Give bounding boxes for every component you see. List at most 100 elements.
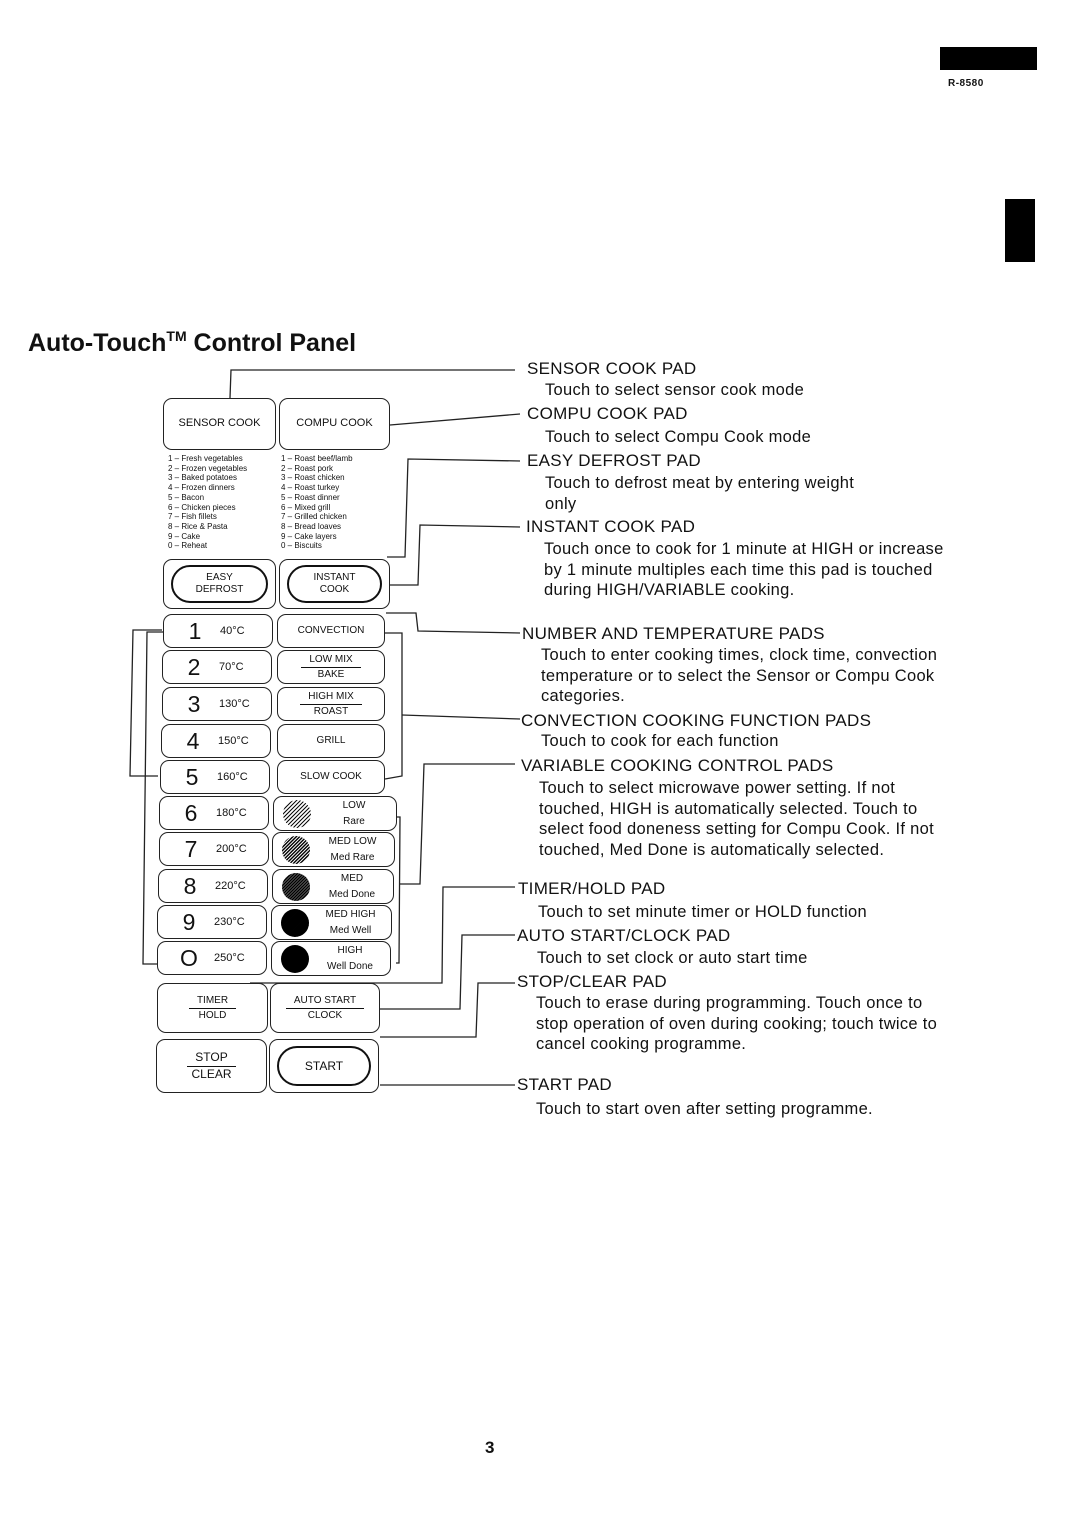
description-heading: AUTO START/CLOCK PAD	[517, 926, 731, 945]
sensor-category-item: 8 – Rice & Pasta	[168, 521, 228, 531]
line-easy-defrost	[387, 458, 521, 558]
number-digit: 8	[183, 872, 197, 899]
number-pad-4[interactable]: 4 150°C	[161, 724, 271, 758]
stop-clear-label: STOP CLEAR	[187, 1050, 236, 1082]
number-digit: 7	[184, 835, 198, 862]
convection-pad-1[interactable]: CONVECTION	[277, 614, 385, 648]
number-pad-9[interactable]: 9 230°C	[157, 905, 267, 939]
compu-category-item: 8 – Bread loaves	[281, 521, 342, 531]
compu-category-item: 6 – Mixed grill	[281, 502, 331, 512]
description-heading: TIMER/HOLD PAD	[518, 879, 666, 898]
description-text: Touch to enter cooking times, clock time…	[541, 646, 938, 705]
timer-hold-pad[interactable]: TIMER HOLD	[157, 983, 268, 1033]
number-digit: 6	[184, 799, 198, 826]
number-temperature: 160°C	[217, 771, 248, 783]
sensor-category-item: 9 – Cake	[168, 531, 201, 541]
auto-start-clock-pad[interactable]: AUTO START CLOCK	[270, 983, 380, 1033]
number-pad-3[interactable]: 3 130°C	[162, 687, 272, 721]
compu-category-item: 9 – Cake layers	[281, 531, 337, 541]
description-heading: START PAD	[517, 1075, 612, 1094]
number-pad-10[interactable]: O 250°C	[157, 941, 267, 975]
convection-pad-4[interactable]: GRILL	[277, 724, 385, 758]
description-text: Touch to set minute timer or HOLD functi…	[538, 903, 867, 921]
description-text: Touch to cook for each function	[541, 732, 779, 750]
description-heading: INSTANT COOK PAD	[526, 517, 696, 536]
sensor-category-item: 7 – Fish fillets	[168, 512, 217, 522]
convection-label: SLOW COOK	[300, 770, 362, 782]
number-digit: 5	[185, 763, 199, 790]
convection-pad-2[interactable]: LOW MIX BAKE	[277, 650, 385, 684]
number-pad-5[interactable]: 5 160°C	[160, 760, 270, 794]
number-pad-6[interactable]: 6 180°C	[159, 796, 269, 830]
line-auto-start	[380, 934, 515, 1010]
hatch-medium-light-icon	[282, 835, 310, 864]
convection-label: GRILL	[316, 734, 346, 746]
number-temperature: 200°C	[216, 843, 247, 855]
variable-pad-5[interactable]: HIGH Well Done	[271, 941, 391, 976]
line-convection	[384, 632, 403, 780]
variable-pad-3[interactable]: MED Med Done	[272, 869, 394, 904]
number-digit: 3	[187, 690, 201, 717]
description-text: Touch to defrost meat by entering weight…	[545, 474, 855, 513]
compu-cook-pad[interactable]: COMPU COOK	[279, 398, 390, 450]
number-temperature: 250°C	[214, 952, 245, 964]
page-number: 3	[485, 1438, 495, 1457]
hatch-dense-icon	[281, 908, 309, 937]
number-pad-1[interactable]: 1 40°C	[163, 614, 273, 648]
sensor-category-item: 4 – Frozen dinners	[168, 483, 235, 493]
description-text: Touch to select sensor cook mode	[545, 381, 805, 399]
compu-cook-categories: 1 – Roast beef/lamb 2 – Roast pork 3 – Roa…	[281, 454, 353, 551]
compu-cook-label: COMPU COOK	[296, 417, 373, 430]
compu-category-item: 4 – Roast turkey	[281, 483, 340, 493]
instant-cook-pad[interactable]: INSTANT COOK	[279, 559, 390, 609]
description-heading: SENSOR COOK PAD	[527, 359, 697, 378]
convection-pad-3[interactable]: HIGH MIX ROAST	[277, 687, 385, 721]
convection-pad-5[interactable]: SLOW COOK	[277, 760, 385, 794]
number-digit: 2	[187, 653, 201, 680]
description-heading: COMPU COOK PAD	[527, 404, 688, 423]
number-digit: 1	[188, 617, 202, 644]
line-sensor-cook	[229, 369, 515, 399]
number-digit: O	[180, 944, 198, 971]
number-temperature: 230°C	[214, 916, 245, 928]
variable-label: MED HIGH Med Well	[325, 909, 376, 936]
number-digit: 4	[186, 727, 200, 754]
timer-hold-label: TIMER HOLD	[188, 995, 237, 1021]
stop-clear-pad[interactable]: STOP CLEAR	[156, 1039, 267, 1093]
convection-label: HIGH MIX ROAST	[300, 691, 362, 717]
description-text: Touch to erase during programming. Touch…	[536, 994, 938, 1053]
number-temperature: 220°C	[215, 880, 246, 892]
description-heading: VARIABLE COOKING CONTROL PADS	[521, 756, 834, 775]
number-temperature: 180°C	[216, 807, 247, 819]
line-instant-cook	[388, 524, 521, 586]
sensor-category-item: 5 – Bacon	[168, 492, 205, 502]
variable-pad-1[interactable]: LOW Rare	[273, 796, 397, 831]
number-pad-7[interactable]: 7 200°C	[159, 832, 269, 866]
number-pad-2[interactable]: 2 70°C	[162, 650, 272, 684]
description-heading: NUMBER AND TEMPERATURE PADS	[522, 624, 825, 643]
sensor-category-item: 2 – Frozen vegetables	[168, 463, 248, 473]
sensor-cook-pad[interactable]: SENSOR COOK	[163, 398, 276, 450]
instant-cook-oval: INSTANT COOK	[287, 565, 382, 603]
description-text: Touch to select Compu Cook mode	[545, 428, 812, 446]
hatch-light-icon	[283, 799, 311, 828]
compu-category-item: 1 – Roast beef/lamb	[281, 454, 353, 463]
compu-category-item: 0 – Biscuits	[281, 541, 322, 551]
compu-category-item: 7 – Grilled chicken	[281, 512, 347, 522]
bracket-variable	[396, 816, 401, 964]
convection-label: LOW MIX BAKE	[301, 654, 361, 680]
easy-defrost-oval: EASY DEFROST	[171, 565, 268, 603]
variable-pad-4[interactable]: MED HIGH Med Well	[271, 905, 392, 940]
number-pad-8[interactable]: 8 220°C	[158, 869, 268, 903]
variable-pad-2[interactable]: MED LOW Med Rare	[272, 832, 395, 867]
start-label: START	[304, 1058, 344, 1073]
description-text: Touch to set clock or auto start time	[537, 949, 808, 967]
line-number-pads	[386, 612, 521, 634]
start-pad[interactable]: START	[269, 1039, 379, 1093]
sensor-category-item: 3 – Baked potatoes	[168, 473, 237, 483]
convection-label: CONVECTION	[297, 624, 365, 636]
sensor-cook-label: SENSOR COOK	[178, 417, 261, 430]
sensor-category-item: 1 – Fresh vegetables	[168, 454, 243, 463]
easy-defrost-pad[interactable]: EASY DEFROST	[163, 559, 276, 609]
solid-circle-icon	[281, 944, 309, 973]
